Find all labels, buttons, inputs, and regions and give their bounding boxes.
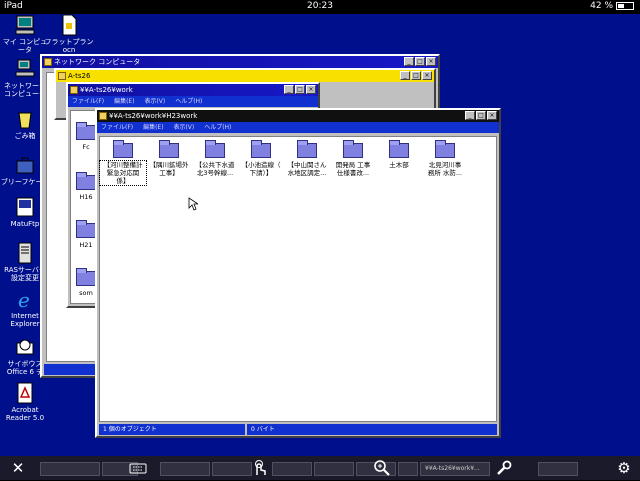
folder-icon	[70, 86, 78, 94]
mouse-cursor-icon	[188, 197, 198, 211]
wrench-icon[interactable]	[494, 459, 514, 477]
menu-file[interactable]: ファイル(F)	[72, 98, 104, 105]
folder-icon	[159, 140, 179, 158]
network-icon	[44, 58, 52, 66]
maximize-button[interactable]: □	[411, 71, 421, 80]
folder-icon	[76, 268, 96, 286]
folder-icon	[297, 140, 317, 158]
close-button[interactable]: ×	[487, 111, 497, 120]
status-bar-right: 0 バイト	[247, 424, 497, 435]
taskbar-button[interactable]	[314, 462, 354, 476]
folder-view: 【河川整備計 緊急対応関 係】 【隅川鉱場外 工事】 【公共下水道 北3号幹線.…	[99, 136, 497, 422]
menu-help[interactable]: ヘルプ(H)	[204, 124, 231, 131]
internet-explorer-icon: e	[14, 288, 36, 312]
recycle-bin-icon	[14, 108, 36, 130]
folder-item[interactable]: 【隅川鉱場外 工事】	[146, 140, 192, 177]
folder-icon	[435, 140, 455, 158]
close-button[interactable]: ×	[422, 71, 432, 80]
folder-item[interactable]: 【公共下水道 北3号幹線...	[192, 140, 238, 177]
folder-icon	[76, 172, 96, 190]
cybozu-icon	[14, 336, 36, 358]
desktop-icon-flat-plan[interactable]: フラットプラン ocn	[44, 14, 94, 54]
desktop: マイ コンピュータ フラットプラン ocn ネットワーク コンピュータ ごみ箱 …	[0, 14, 640, 456]
keyboard-icon[interactable]	[128, 459, 148, 477]
touch-icon[interactable]	[250, 459, 270, 477]
maximize-button[interactable]: □	[415, 57, 425, 66]
minimize-button[interactable]: _	[404, 57, 414, 66]
minimize-button[interactable]: _	[465, 111, 475, 120]
battery-indicator: 42 %	[590, 1, 634, 11]
window-title-bar[interactable]: ネットワーク コンピュータ _ □ ×	[42, 56, 438, 68]
close-button[interactable]: ×	[426, 57, 436, 66]
ftp-icon	[14, 196, 36, 218]
folder-list: Fc H16 H21 som	[70, 110, 98, 304]
server-icon	[14, 242, 36, 264]
folder-item[interactable]: 土木部	[376, 140, 422, 169]
menu-edit[interactable]: 編集(E)	[114, 98, 134, 105]
taskbar-button[interactable]	[272, 462, 312, 476]
briefcase-icon	[14, 154, 36, 176]
close-button[interactable]: ×	[306, 85, 316, 94]
folder-item[interactable]: 【小池造線（ 下請）】	[238, 140, 284, 177]
status-bar-left: 1 個のオブジェクト	[99, 424, 245, 435]
taskbar-button-active[interactable]: ¥¥A-ts26¥work¥...	[420, 462, 490, 476]
zoom-icon[interactable]	[372, 459, 392, 477]
clock: 20:23	[307, 1, 333, 11]
computer-icon	[14, 14, 36, 36]
folder-icon	[76, 220, 96, 238]
taskbar-button[interactable]	[398, 462, 418, 476]
taskbar-button[interactable]	[160, 462, 210, 476]
menu-edit[interactable]: 編集(E)	[143, 124, 163, 131]
menu-file[interactable]: ファイル(F)	[101, 124, 133, 131]
window-h23work[interactable]: ¥¥A-ts26¥work¥H23work _ □ × ファイル(F) 編集(E) …	[95, 108, 501, 438]
minimize-button[interactable]: _	[284, 85, 294, 94]
folder-icon	[99, 112, 107, 120]
folder-icon	[389, 140, 409, 158]
menu-bar: ファイル(F) 編集(E) 表示(V) ヘルプ(H)	[68, 96, 318, 107]
network-icon	[14, 58, 36, 80]
taskbar-buttons: ¥¥A-ts26¥work¥...	[0, 462, 640, 476]
window-title-bar[interactable]: A-ts26 _ □ ×	[56, 70, 434, 82]
folder-item[interactable]: 【河川整備計 緊急対応関 係】	[99, 140, 147, 186]
menu-view[interactable]: 表示(V)	[173, 124, 194, 131]
window-title-bar[interactable]: ¥¥A-ts26¥work¥H23work _ □ ×	[97, 110, 499, 122]
menu-help[interactable]: ヘルプ(H)	[175, 98, 202, 105]
folder-icon	[76, 122, 96, 140]
folder-item[interactable]: 北見河川事 務所 水防...	[422, 140, 468, 177]
taskbar-button[interactable]	[40, 462, 100, 476]
menu-bar: ファイル(F) 編集(E) 表示(V) ヘルプ(H)	[97, 122, 499, 133]
menu-view[interactable]: 表示(V)	[144, 98, 165, 105]
folder-item[interactable]: 開発局 工事 仕様書改...	[330, 140, 376, 177]
gear-icon[interactable]: ⚙	[614, 459, 634, 477]
desktop-icon-acrobat[interactable]: Acrobat Reader 5.0	[0, 382, 50, 422]
svg-text:e: e	[18, 288, 30, 310]
folder-item[interactable]: 【中山関さん 水地区調定...	[284, 140, 330, 177]
folder-icon	[205, 140, 225, 158]
folder-icon	[58, 72, 66, 80]
minimize-button[interactable]: _	[400, 71, 410, 80]
folder-icon	[113, 140, 133, 158]
folder-icon	[343, 140, 363, 158]
acrobat-icon	[14, 382, 36, 404]
folder-icon	[251, 140, 271, 158]
battery-icon	[616, 1, 634, 10]
taskbar-button[interactable]	[538, 462, 578, 476]
status-bar: iPad 20:23 42 %	[0, 0, 640, 14]
document-icon	[58, 14, 80, 36]
taskbar-button[interactable]	[212, 462, 252, 476]
maximize-button[interactable]: □	[476, 111, 486, 120]
maximize-button[interactable]: □	[295, 85, 305, 94]
close-icon[interactable]: ✕	[8, 459, 28, 477]
window-title-bar[interactable]: ¥¥A-ts26¥work _ □ ×	[68, 84, 318, 96]
desktop-icon-my-computer[interactable]: マイ コンピュータ	[0, 14, 50, 54]
